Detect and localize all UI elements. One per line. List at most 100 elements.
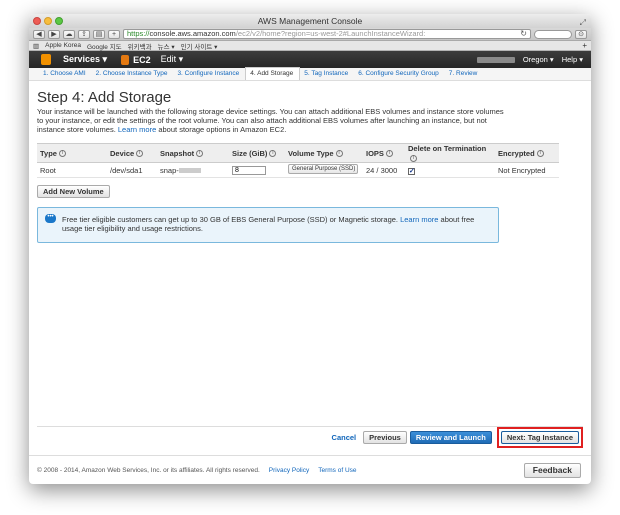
downloads-icon[interactable]: ⊙ xyxy=(575,29,587,39)
header-device: Device i xyxy=(107,143,157,163)
description-tail: about storage options in Amazon EC2. xyxy=(158,125,287,134)
header-snapshot: Snapshot i xyxy=(157,143,229,163)
account-menu[interactable] xyxy=(476,56,515,63)
address-bar[interactable]: https:// console.aws.amazon.com /ec2/v2/… xyxy=(123,29,531,39)
info-icon[interactable]: i xyxy=(58,150,66,158)
step-configure-security-group[interactable]: 6. Configure Security Group xyxy=(354,70,445,80)
next-tag-instance-button[interactable]: Next: Tag Instance xyxy=(500,431,579,444)
free-tier-notice: ••• Free tier eligible customers can get… xyxy=(37,207,499,243)
window-controls xyxy=(33,17,63,25)
ec2-icon xyxy=(121,54,130,65)
bookmark-item[interactable]: Apple Korea xyxy=(45,42,81,49)
info-icon[interactable]: i xyxy=(196,150,204,158)
main-content: Step 4: Add Storage Your instance will b… xyxy=(29,81,591,243)
reader-icon[interactable]: ▤ xyxy=(93,29,105,39)
bookmark-item[interactable]: 위키백과 xyxy=(128,41,152,51)
info-icon[interactable]: i xyxy=(269,150,277,158)
browser-window: AWS Management Console ⤢ ◀ ▶ ☁ ⇪ ▤ + htt… xyxy=(29,14,591,484)
copyright-text: © 2008 - 2014, Amazon Web Services, Inc.… xyxy=(37,466,260,474)
header-size: Size (GiB) i xyxy=(229,143,285,163)
delete-on-termination-checkbox[interactable]: ✓ xyxy=(408,167,415,175)
zoom-window-button[interactable] xyxy=(55,17,63,25)
region-label: Oregon xyxy=(522,55,548,64)
volumes-table: Type i Device i Snapshot i Size (GiB) i Volu… xyxy=(37,143,559,178)
step-add-storage: 4. Add Storage xyxy=(245,67,301,80)
step-choose-instance-type[interactable]: 2. Choose Instance Type xyxy=(92,70,174,80)
cloud-icon[interactable]: ☁ xyxy=(63,29,75,39)
info-icon[interactable]: i xyxy=(136,150,144,158)
cancel-button[interactable]: Cancel xyxy=(332,433,357,442)
help-label: Help xyxy=(561,55,578,64)
page-footer: © 2008 - 2014, Amazon Web Services, Inc.… xyxy=(29,455,591,484)
add-new-volume-button[interactable]: Add New Volume xyxy=(37,185,110,198)
next-button-highlight: Next: Tag Instance xyxy=(496,427,583,448)
page-title: Step 4: Add Storage xyxy=(37,89,172,106)
search-field[interactable] xyxy=(534,29,572,39)
header-delete-on-termination: Delete on Terminationi xyxy=(405,143,495,163)
book-icon[interactable]: ▥ xyxy=(33,42,39,50)
services-label: Services xyxy=(63,54,101,64)
reload-icon[interactable]: ↻ xyxy=(520,30,530,38)
info-icon[interactable]: i xyxy=(335,150,343,158)
previous-button[interactable]: Previous xyxy=(363,431,407,444)
fullscreen-icon[interactable]: ⤢ xyxy=(580,16,586,30)
cell-device: /dev/sda1 xyxy=(107,162,157,178)
bookmark-item[interactable]: 인기 사이트 ▾ xyxy=(181,41,218,51)
chat-bubble-icon: ••• xyxy=(45,214,56,223)
wizard-steps: 1. Choose AMI 2. Choose Instance Type 3.… xyxy=(29,67,591,81)
review-and-launch-button[interactable]: Review and Launch xyxy=(409,431,492,444)
help-menu[interactable]: Help ▾ xyxy=(562,55,583,64)
step-choose-ami[interactable]: 1. Choose AMI xyxy=(39,70,92,80)
region-menu[interactable]: Oregon ▾ xyxy=(523,55,554,64)
snapshot-id-redacted xyxy=(178,168,201,174)
address-path: /ec2/v2/home?region=us-west-2#LaunchInst… xyxy=(235,29,426,38)
navbar-right: Oregon ▾ Help ▾ xyxy=(476,55,591,64)
step-tag-instance[interactable]: 5. Tag Instance xyxy=(300,70,354,80)
cell-snapshot: snap- xyxy=(157,162,229,178)
cell-type: Root xyxy=(37,162,107,178)
step-configure-instance[interactable]: 3. Configure Instance xyxy=(173,70,245,80)
title-bar: AWS Management Console ⤢ xyxy=(29,14,591,28)
cell-encrypted: Not Encrypted xyxy=(495,162,559,178)
https-label: https:// xyxy=(127,29,150,38)
privacy-policy-link[interactable]: Privacy Policy xyxy=(269,467,309,474)
back-button[interactable]: ◀ xyxy=(33,29,45,39)
header-encrypted: Encrypted i xyxy=(495,143,559,163)
table-header-row: Type i Device i Snapshot i Size (GiB) i Volu… xyxy=(37,143,559,163)
step-review[interactable]: 7. Review xyxy=(445,70,484,80)
volume-type-select[interactable]: General Purpose (SSD) ⇕ xyxy=(288,164,358,174)
header-iops: IOPS i xyxy=(363,143,405,163)
edit-label: Edit xyxy=(160,54,177,64)
add-bookmark-icon[interactable]: + xyxy=(582,41,587,50)
page-description: Your instance will be launched with the … xyxy=(37,107,507,134)
services-menu[interactable]: Services ▾ xyxy=(63,54,107,65)
bookmark-item[interactable]: Google 지도 xyxy=(87,41,122,51)
terms-of-use-link[interactable]: Terms of Use xyxy=(318,467,356,474)
header-type: Type i xyxy=(37,143,107,163)
header-volume-type: Volume Type i xyxy=(285,143,363,163)
volume-type-value: General Purpose (SSD) xyxy=(292,166,356,172)
free-tier-text: Free tier eligible customers can get up … xyxy=(62,215,398,224)
feedback-button[interactable]: Feedback xyxy=(523,462,581,478)
cell-size xyxy=(229,162,285,178)
window-title: AWS Management Console xyxy=(257,16,363,26)
size-input[interactable] xyxy=(232,166,266,175)
forward-button[interactable]: ▶ xyxy=(48,29,60,39)
address-domain: console.aws.amazon.com xyxy=(149,29,236,38)
edit-menu[interactable]: Edit ▾ xyxy=(161,54,184,65)
info-icon[interactable]: i xyxy=(385,150,393,158)
info-icon[interactable]: i xyxy=(410,154,417,162)
cell-delete-on-termination: ✓ xyxy=(405,162,495,178)
share-icon[interactable]: ⇪ xyxy=(78,29,90,39)
free-tier-learn-more-link[interactable]: Learn more xyxy=(400,215,438,224)
bookmark-item[interactable]: 뉴스 ▾ xyxy=(158,41,175,51)
table-row: Root /dev/sda1 snap- General Purpose (SS… xyxy=(37,162,559,178)
info-icon[interactable]: i xyxy=(536,150,544,158)
snapshot-prefix: snap- xyxy=(160,165,179,175)
new-tab-button[interactable]: + xyxy=(108,29,120,39)
close-window-button[interactable] xyxy=(33,17,41,25)
minimize-window-button[interactable] xyxy=(44,17,52,25)
ec2-link[interactable]: EC2 xyxy=(133,55,151,65)
learn-more-link[interactable]: Learn more xyxy=(118,125,156,134)
aws-logo-icon[interactable] xyxy=(41,54,51,65)
